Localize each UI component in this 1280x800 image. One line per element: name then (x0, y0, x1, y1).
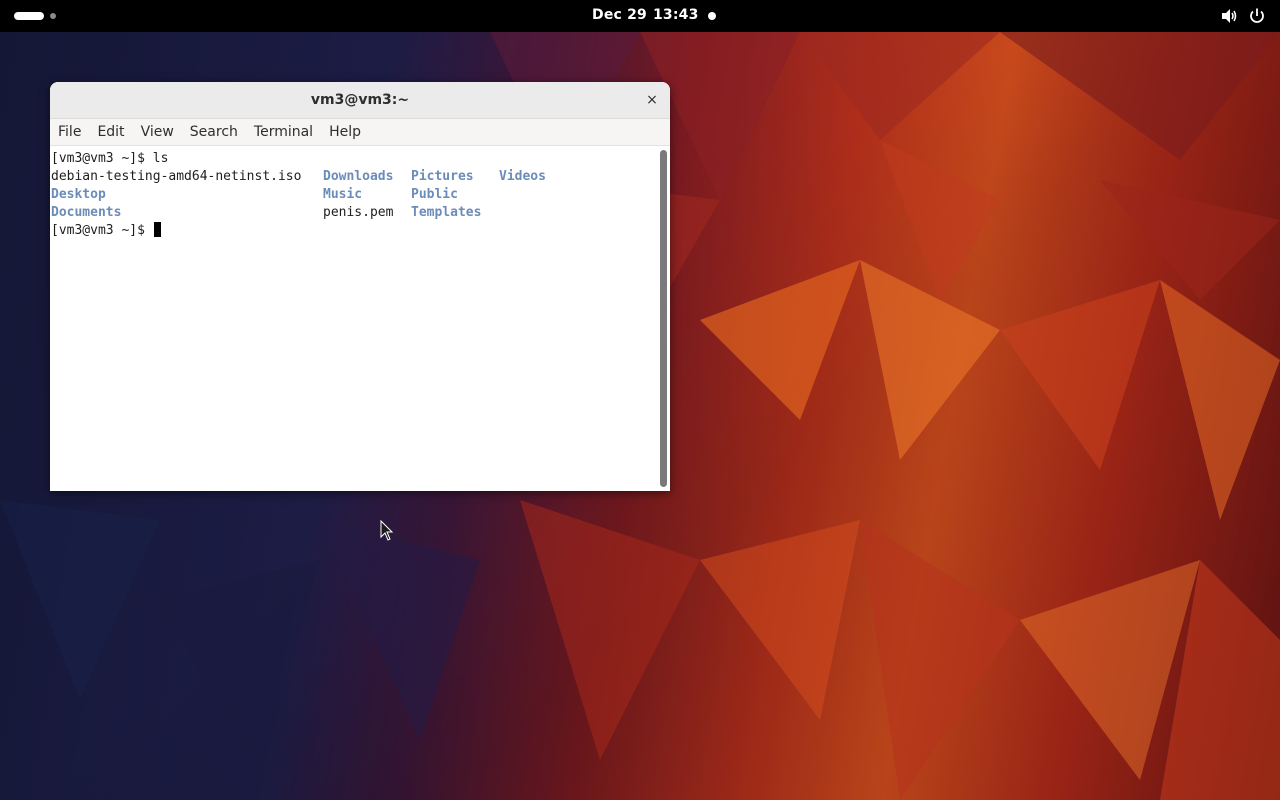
close-icon: × (646, 92, 658, 108)
scroll-thumb[interactable] (660, 150, 667, 487)
file-entry: penis.pem (323, 205, 394, 220)
shell-prompt: [vm3@vm3 ~]$ (51, 151, 145, 166)
notification-dot-icon (708, 12, 716, 20)
dir-entry: Documents (51, 205, 122, 220)
workspace-indicator[interactable] (50, 13, 56, 19)
file-entry: debian-testing-amd64-netinst.iso (51, 169, 302, 184)
power-icon[interactable] (1248, 7, 1266, 25)
clock-date: Dec 29 (592, 7, 647, 23)
terminal-line: debian-testing-amd64-netinst.iso Downloa… (51, 168, 655, 186)
mouse-pointer-icon (380, 519, 394, 546)
window-title: vm3@vm3:~ (310, 92, 410, 108)
clock[interactable]: Dec 29 13:43 (592, 7, 705, 23)
terminal-line: Desktop Music Public (51, 186, 655, 204)
dir-entry: Videos (499, 169, 546, 184)
workspace-indicator-active[interactable] (14, 12, 44, 20)
dir-entry: Downloads (323, 169, 394, 184)
menu-help[interactable]: Help (321, 124, 369, 140)
menu-search[interactable]: Search (182, 124, 246, 140)
terminal-line: [vm3@vm3 ~]$ ls (51, 150, 655, 168)
terminal-line: Documents penis.pem Templates (51, 204, 655, 222)
close-button[interactable]: × (642, 90, 662, 110)
text-cursor (153, 222, 161, 237)
top-bar: Dec 29 13:43 (0, 0, 1280, 32)
clock-time: 13:43 (652, 7, 699, 23)
terminal-window[interactable]: vm3@vm3:~ × File Edit View Search Termin… (50, 82, 670, 491)
system-tray[interactable] (1220, 7, 1266, 25)
menu-view[interactable]: View (133, 124, 182, 140)
menu-bar: File Edit View Search Terminal Help (50, 119, 670, 146)
speaker-icon[interactable] (1220, 7, 1238, 25)
menu-edit[interactable]: Edit (89, 124, 132, 140)
dir-entry: Desktop (51, 187, 106, 202)
dir-entry: Pictures (411, 169, 474, 184)
shell-command: ls (152, 151, 169, 166)
shell-prompt: [vm3@vm3 ~]$ (51, 223, 145, 238)
scrollbar[interactable] (656, 146, 670, 491)
window-titlebar[interactable]: vm3@vm3:~ × (50, 82, 670, 119)
menu-terminal[interactable]: Terminal (246, 124, 321, 140)
dir-entry: Public (411, 187, 458, 202)
terminal-output[interactable]: [vm3@vm3 ~]$ ls debian-testing-amd64-net… (50, 146, 656, 491)
dir-entry: Music (323, 187, 363, 202)
terminal-line: [vm3@vm3 ~]$ (51, 222, 655, 240)
menu-file[interactable]: File (50, 124, 89, 140)
activities-button[interactable] (14, 12, 56, 20)
dir-entry: Templates (411, 205, 482, 220)
